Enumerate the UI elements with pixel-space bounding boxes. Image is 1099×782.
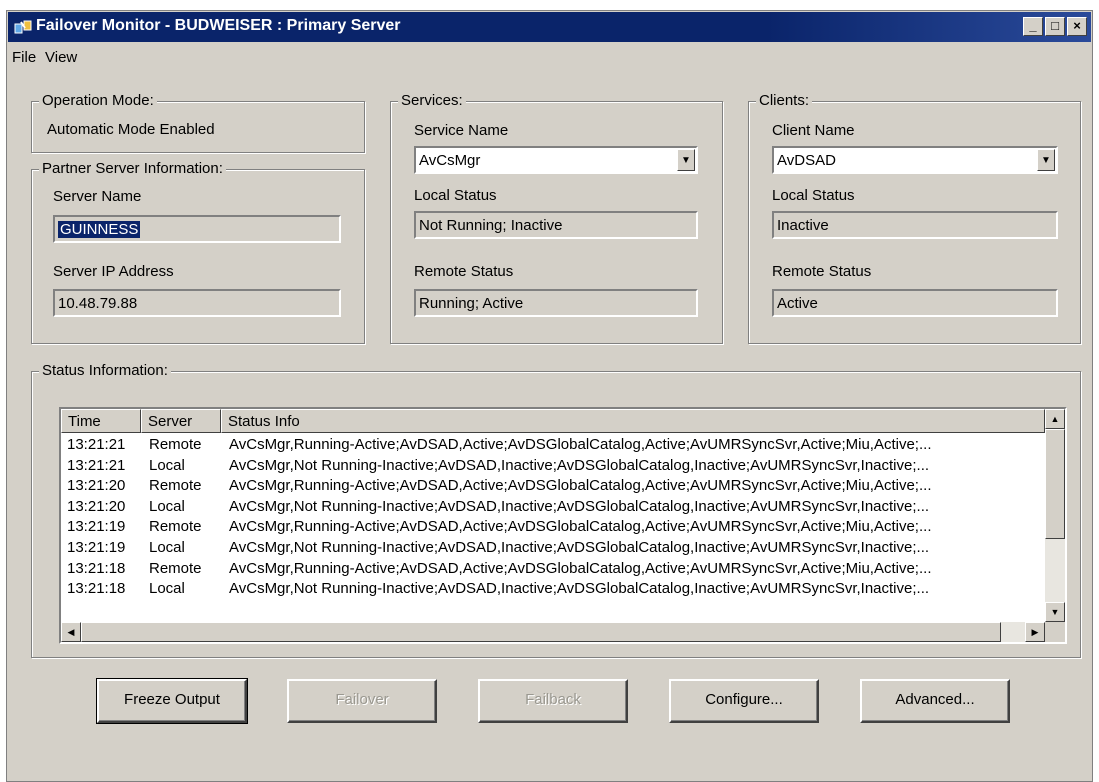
window-title: Failover Monitor - BUDWEISER : Primary S… [36, 17, 401, 34]
server-ip-field[interactable]: 10.48.79.88 [53, 289, 341, 317]
vertical-scroll-thumb[interactable] [1045, 429, 1065, 539]
table-row[interactable]: 13:21:18 Remote AvCsMgr,Running-Active;AvD… [61, 559, 1045, 580]
service-name-dropdown[interactable]: AvCsMgr ▼ [414, 146, 698, 174]
client-local-status-field: Inactive [772, 211, 1058, 239]
horizontal-scroll-thumb[interactable] [81, 622, 1001, 642]
scroll-right-icon[interactable]: ▶ [1025, 622, 1045, 642]
table-row[interactable]: 13:21:21 Remote AvCsMgr,Running-Active;AvD… [61, 435, 1045, 456]
menu-file[interactable]: File [12, 49, 36, 66]
menu-bar: File View [8, 45, 1091, 69]
horizontal-scrollbar[interactable]: ◀ ▶ [61, 622, 1045, 642]
scroll-down-icon[interactable]: ▼ [1045, 602, 1065, 622]
table-row[interactable]: 13:21:18 Local AvCsMgr,Not Running-Inactiv… [61, 579, 1045, 600]
operation-mode-group: Operation Mode: Automatic Mode Enabled [31, 93, 365, 153]
table-row[interactable]: 13:21:19 Remote AvCsMgr,Running-Active;AvD… [61, 517, 1045, 538]
table-row[interactable]: 13:21:21 Local AvCsMgr,Not Running-Inactiv… [61, 456, 1045, 477]
client-name-label: Client Name [772, 122, 855, 139]
services-group: Services: Service Name AvCsMgr ▼ Local S… [390, 93, 723, 344]
service-local-status-label: Local Status [414, 187, 497, 204]
scroll-up-icon[interactable]: ▲ [1045, 409, 1065, 429]
services-legend: Services: [398, 93, 466, 109]
client-name-dropdown[interactable]: AvDSAD ▼ [772, 146, 1058, 174]
title-bar[interactable]: Failover Monitor - BUDWEISER : Primary S… [8, 12, 1091, 42]
status-list[interactable]: Time Server Status Info 13:21:21 Remote Av… [59, 407, 1067, 644]
partner-server-legend: Partner Server Information: [39, 161, 226, 177]
service-name-label: Service Name [414, 122, 509, 139]
service-local-status-field: Not Running; Inactive [414, 211, 698, 239]
failover-monitor-window: Failover Monitor - BUDWEISER : Primary S… [6, 10, 1093, 782]
chevron-down-icon[interactable]: ▼ [1037, 149, 1055, 171]
partner-server-group: Partner Server Information: Server Name … [31, 161, 365, 344]
close-icon[interactable]: × [1067, 17, 1087, 36]
maximize-icon[interactable]: □ [1045, 17, 1065, 36]
client-local-status-label: Local Status [772, 187, 855, 204]
scroll-left-icon[interactable]: ◀ [61, 622, 81, 642]
minimize-icon[interactable]: _ [1023, 17, 1043, 36]
chevron-down-icon[interactable]: ▼ [677, 149, 695, 171]
table-row[interactable]: 13:21:19 Local AvCsMgr,Not Running-Inactiv… [61, 538, 1045, 559]
server-name-label: Server Name [53, 188, 142, 205]
operation-mode-legend: Operation Mode: [39, 93, 157, 109]
failback-button[interactable]: Failback [478, 679, 628, 723]
menu-view[interactable]: View [45, 49, 77, 66]
column-header-time[interactable]: Time [61, 409, 141, 433]
server-name-field[interactable]: GUINNESS [53, 215, 341, 243]
client-remote-status-label: Remote Status [772, 263, 872, 280]
column-header-status-info[interactable]: Status Info [221, 409, 1045, 433]
client-name-value: AvDSAD [777, 152, 836, 169]
freeze-output-button[interactable]: Freeze Output [96, 678, 248, 724]
status-rows: 13:21:21 Remote AvCsMgr,Running-Active;AvD… [61, 435, 1045, 600]
failover-button[interactable]: Failover [287, 679, 437, 723]
table-row[interactable]: 13:21:20 Local AvCsMgr,Not Running-Inactiv… [61, 497, 1045, 518]
service-name-value: AvCsMgr [419, 152, 481, 169]
clients-legend: Clients: [756, 93, 813, 109]
app-icon [14, 20, 32, 34]
server-name-value: GUINNESS [58, 221, 141, 238]
status-information-legend: Status Information: [39, 363, 171, 379]
table-row[interactable]: 13:21:20 Remote AvCsMgr,Running-Active;AvD… [61, 476, 1045, 497]
advanced-button[interactable]: Advanced... [860, 679, 1010, 723]
scrollbar-corner [1045, 622, 1065, 642]
clients-group: Clients: Client Name AvDSAD ▼ Local Stat… [748, 93, 1081, 344]
configure-button[interactable]: Configure... [669, 679, 819, 723]
status-list-header: Time Server Status Info [61, 409, 1045, 433]
operation-mode-value: Automatic Mode Enabled [47, 121, 215, 138]
server-ip-label: Server IP Address [53, 263, 174, 280]
service-remote-status-label: Remote Status [414, 263, 514, 280]
vertical-scrollbar[interactable]: ▲ ▼ [1045, 409, 1065, 622]
service-remote-status-field: Running; Active [414, 289, 698, 317]
column-header-server[interactable]: Server [141, 409, 221, 433]
client-remote-status-field: Active [772, 289, 1058, 317]
